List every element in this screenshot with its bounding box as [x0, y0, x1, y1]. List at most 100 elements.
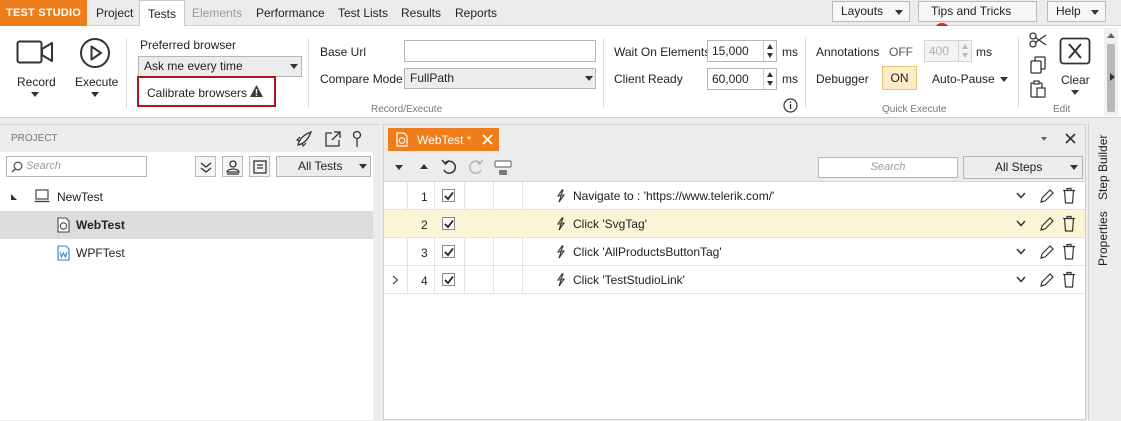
annotations-toggle[interactable]: OFF: [889, 45, 913, 59]
calibrate-label: Calibrate browsers: [147, 86, 248, 100]
step-text: Navigate to : 'https://www.telerik.com/': [573, 189, 775, 203]
brand-logo: TEST STUDIO: [0, 0, 87, 26]
tests-filter-select[interactable]: All Tests: [276, 156, 371, 177]
close-icon[interactable]: [482, 134, 493, 145]
chevron-down-icon[interactable]: [1016, 192, 1026, 199]
ms-unit: ms: [782, 45, 798, 59]
tab-project[interactable]: Project: [88, 0, 141, 26]
trash-icon[interactable]: [1062, 187, 1076, 204]
wait-on-elements-input[interactable]: 15,000: [707, 40, 777, 62]
redo-icon[interactable]: [468, 159, 484, 175]
project-panel-header: PROJECT: [0, 125, 379, 152]
tab-webtest-label: WebTest *: [417, 133, 472, 147]
close-icon[interactable]: [1065, 133, 1076, 144]
ribbon-scrollbar[interactable]: [1104, 28, 1118, 116]
test-list-button[interactable]: [249, 156, 270, 177]
clear-button[interactable]: Clear: [1056, 34, 1094, 104]
spinner-arrows[interactable]: [763, 41, 776, 61]
paste-icon[interactable]: [1030, 80, 1046, 98]
move-up-icon[interactable]: [420, 164, 428, 169]
step-enabled-checkbox[interactable]: [442, 189, 455, 202]
step-enabled-checkbox[interactable]: [442, 273, 455, 286]
tab-reports[interactable]: Reports: [447, 0, 505, 26]
ms-unit: ms: [976, 45, 992, 59]
base-url-label: Base Url: [320, 45, 367, 59]
tree-item-newtest[interactable]: NewTest: [0, 183, 373, 211]
group-label-quick-execute: Quick Execute: [882, 104, 947, 115]
chevron-down-icon[interactable]: [1016, 276, 1026, 283]
tab-elements[interactable]: Elements: [184, 0, 250, 26]
divider: [126, 38, 127, 108]
client-ready-input[interactable]: 60,000: [707, 68, 777, 90]
step-enabled-checkbox[interactable]: [442, 217, 455, 230]
step-row[interactable]: 2 Click 'SvgTag': [384, 210, 1085, 238]
panel-splitter[interactable]: [373, 152, 379, 421]
trash-icon[interactable]: [1062, 271, 1076, 288]
steps-search-input[interactable]: Search: [818, 157, 958, 178]
pin-icon[interactable]: [351, 130, 363, 148]
arrow-up-icon[interactable]: [1107, 33, 1115, 38]
compare-mode-select[interactable]: FullPath: [404, 68, 596, 89]
preferred-browser-value: Ask me every time: [144, 59, 243, 73]
collapse-all-button[interactable]: [195, 156, 216, 177]
user-filter-button[interactable]: [222, 156, 243, 177]
layouts-label: Layouts: [841, 4, 884, 18]
debugger-toggle[interactable]: ON: [882, 66, 917, 90]
project-search-input[interactable]: Search: [6, 156, 147, 177]
chevron-right-icon[interactable]: [1110, 73, 1115, 81]
divider: [308, 38, 309, 108]
trash-icon[interactable]: [1062, 243, 1076, 260]
step-builder-tab[interactable]: Step Builder: [1096, 134, 1110, 200]
scissors-icon[interactable]: [1029, 32, 1047, 48]
tab-performance[interactable]: Performance: [248, 0, 333, 26]
steps-filter-select[interactable]: All Steps: [963, 156, 1083, 179]
edit-pencil-icon[interactable]: [1039, 216, 1055, 232]
checkmark-icon: [444, 247, 454, 257]
step-number: 3: [421, 246, 428, 260]
external-link-icon[interactable]: [324, 130, 342, 148]
tab-test-lists[interactable]: Test Lists: [330, 0, 396, 26]
properties-tab[interactable]: Properties: [1096, 210, 1110, 266]
undo-icon[interactable]: [441, 159, 457, 175]
copy-icon[interactable]: [1030, 56, 1046, 74]
annotations-label: Annotations: [816, 45, 880, 59]
tips-and-tricks-button[interactable]: Tips and Tricks18: [918, 1, 1037, 39]
tree-label: WebTest: [76, 218, 125, 232]
edit-pencil-icon[interactable]: [1039, 272, 1055, 288]
layouts-dropdown[interactable]: Layouts: [832, 1, 910, 22]
tab-webtest[interactable]: WebTest *: [388, 128, 499, 151]
expanded-triangle-icon[interactable]: [11, 194, 17, 200]
wpf-test-icon: [57, 245, 70, 261]
trash-icon[interactable]: [1062, 215, 1076, 232]
rocket-icon[interactable]: [295, 130, 313, 148]
step-enabled-checkbox[interactable]: [442, 245, 455, 258]
annotations-duration-value: 400: [929, 44, 950, 58]
chevron-down-icon[interactable]: [1016, 220, 1026, 227]
close-box-icon: [1059, 37, 1091, 65]
spinner-arrows[interactable]: [763, 69, 776, 89]
side-panel: Step Builder Properties: [1088, 124, 1121, 420]
execute-button[interactable]: Execute: [70, 34, 122, 104]
step-row[interactable]: 3 Click 'AllProductsButtonTag': [384, 238, 1085, 266]
edit-pencil-icon[interactable]: [1039, 188, 1055, 204]
tree-item-wpftest[interactable]: WPFTest: [0, 239, 373, 267]
base-url-input[interactable]: [404, 40, 596, 62]
auto-pause-dropdown[interactable]: Auto-Pause: [932, 72, 995, 86]
calibrate-browsers-button[interactable]: Calibrate browsers: [137, 76, 276, 107]
tab-menu-icon[interactable]: [1041, 137, 1047, 141]
info-icon[interactable]: [783, 98, 798, 113]
step-row[interactable]: 4 Click 'TestStudioLink': [384, 266, 1085, 294]
step-text: Click 'TestStudioLink': [573, 273, 685, 287]
edit-pencil-icon[interactable]: [1039, 244, 1055, 260]
record-button[interactable]: Record: [10, 34, 62, 104]
step-text: Click 'SvgTag': [573, 217, 647, 231]
step-builder-icon[interactable]: [494, 160, 512, 176]
move-down-icon[interactable]: [395, 165, 403, 170]
step-row[interactable]: 1 Navigate to : 'https://www.telerik.com…: [384, 182, 1085, 210]
tab-tests[interactable]: Tests: [139, 0, 186, 27]
tab-results[interactable]: Results: [393, 0, 449, 26]
preferred-browser-select[interactable]: Ask me every time: [138, 56, 302, 77]
tree-item-webtest[interactable]: WebTest: [0, 211, 373, 239]
chevron-down-icon[interactable]: [1016, 248, 1026, 255]
help-dropdown[interactable]: Help: [1047, 1, 1106, 22]
